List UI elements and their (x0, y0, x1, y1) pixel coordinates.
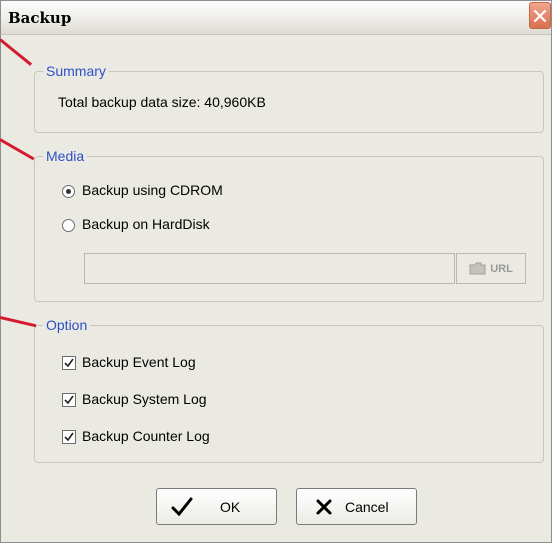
checkmark-icon (64, 395, 74, 405)
cancel-button-label: Cancel (345, 498, 389, 515)
close-button[interactable] (529, 2, 551, 29)
checkmark-icon (64, 358, 74, 368)
folder-icon (469, 262, 486, 275)
close-icon (533, 9, 547, 22)
cancel-button[interactable]: Cancel (296, 488, 417, 525)
x-icon (316, 499, 332, 514)
checkbox-counter-log[interactable] (62, 430, 76, 444)
option-legend: Option (43, 316, 91, 334)
radio-backup-harddisk-label[interactable]: Backup on HardDisk (82, 216, 210, 232)
summary-legend: Summary (43, 62, 109, 80)
checkbox-event-log-label[interactable]: Backup Event Log (82, 354, 196, 370)
checkmark-icon (64, 432, 74, 442)
total-backup-size: Total backup data size: 40,960KB (58, 94, 266, 110)
checkbox-system-log-label[interactable]: Backup System Log (82, 391, 207, 407)
radio-selected-dot (66, 189, 71, 194)
checkbox-counter-log-label[interactable]: Backup Counter Log (82, 428, 210, 444)
radio-backup-harddisk[interactable] (62, 219, 75, 232)
backup-dialog: Backup Summary Total backup data size: 4… (0, 0, 552, 543)
checkbox-event-log[interactable] (62, 356, 76, 370)
ok-button-label: OK (220, 498, 241, 515)
radio-backup-cdrom-label[interactable]: Backup using CDROM (82, 182, 223, 198)
window-title: Backup (8, 9, 72, 27)
checkmark-icon (171, 497, 193, 516)
checkbox-system-log[interactable] (62, 393, 76, 407)
title-bar[interactable]: Backup (1, 1, 551, 35)
ok-button[interactable]: OK (156, 488, 277, 525)
url-button-label: URL (490, 262, 513, 275)
media-legend: Media (43, 147, 88, 165)
radio-backup-cdrom[interactable] (62, 185, 75, 198)
url-browse-button[interactable]: URL (456, 253, 526, 284)
harddisk-path-field[interactable] (84, 253, 455, 284)
